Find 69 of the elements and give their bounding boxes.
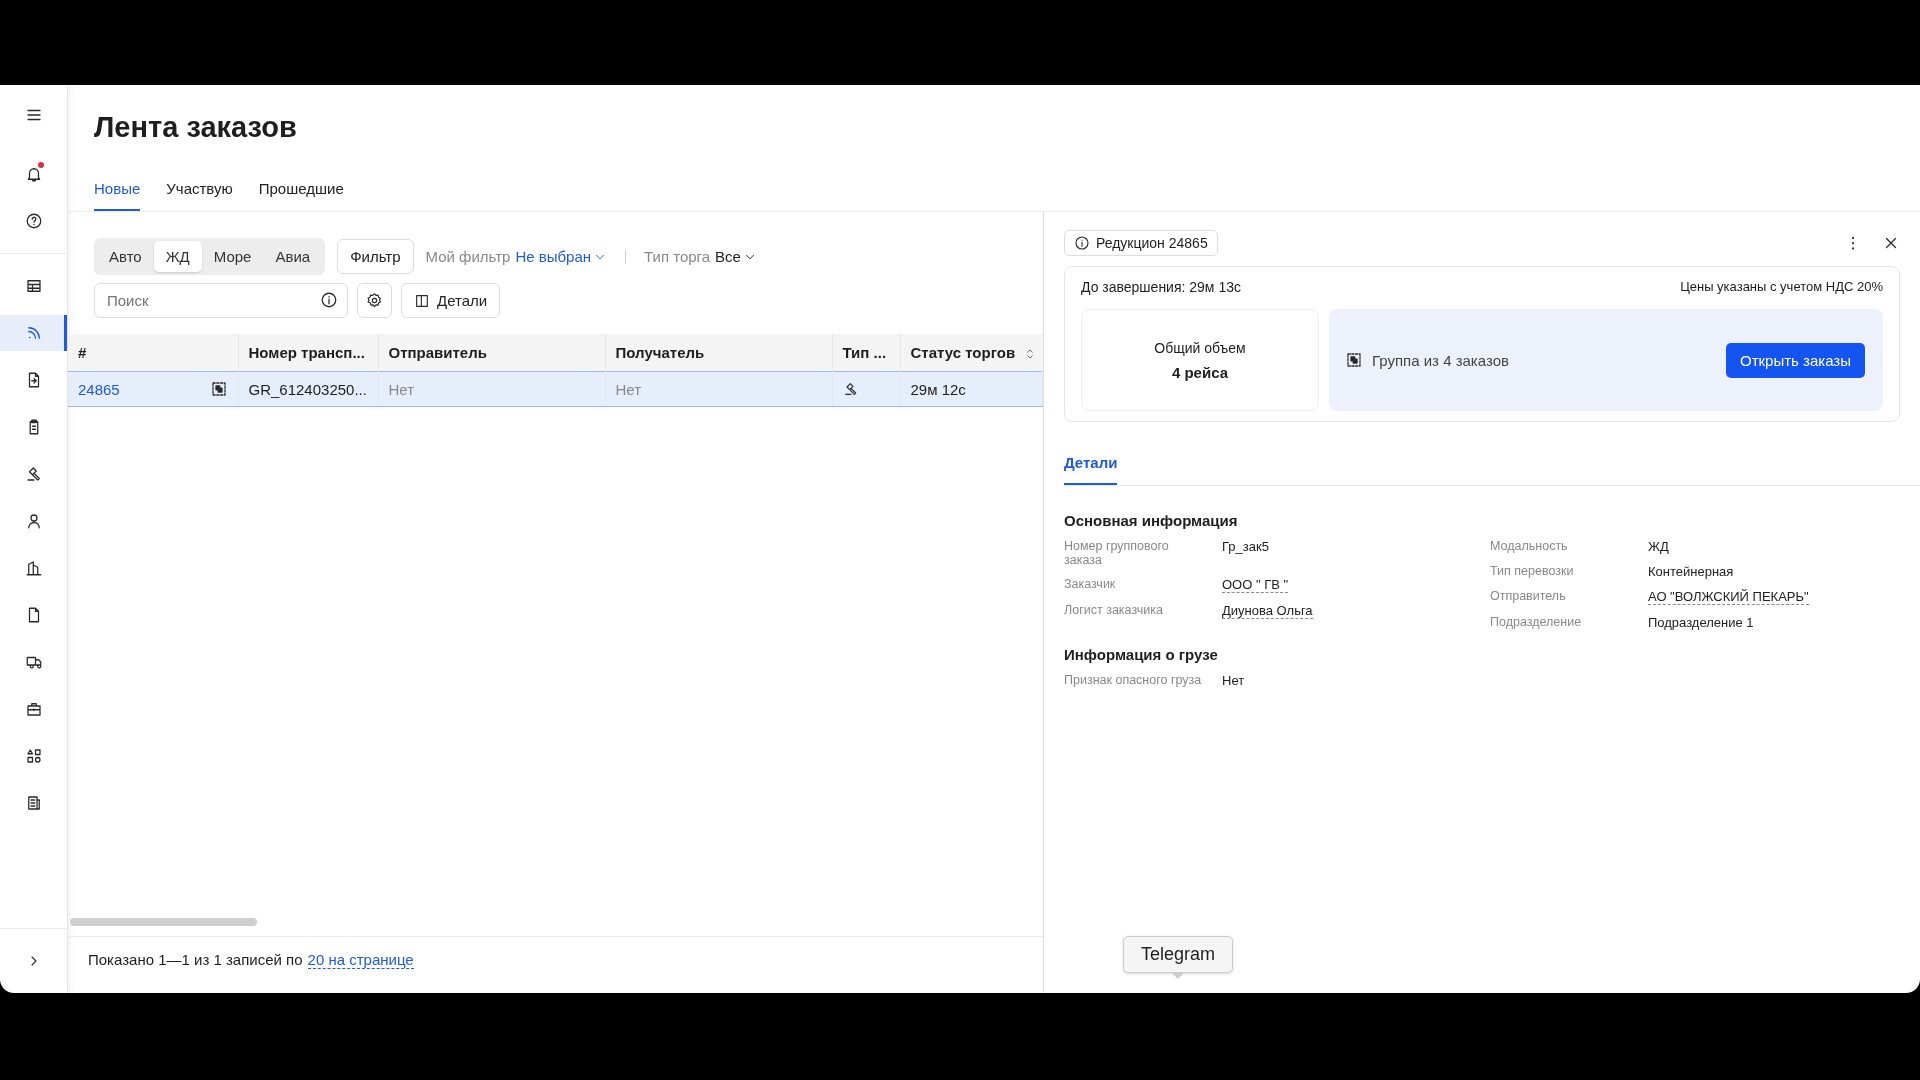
page-title: Лента заказов [94, 111, 298, 144]
field-value: Гр_зак5 [1222, 539, 1269, 554]
column-header[interactable]: Номер трансп... [238, 334, 378, 372]
field-label: Номер группового заказа [1064, 539, 1170, 567]
my-filter-dropdown[interactable]: Не выбран [515, 248, 608, 265]
records-summary: Показано 1—1 из 1 записей по [88, 951, 303, 969]
shapes-icon [24, 747, 43, 765]
gavel-icon [842, 381, 859, 397]
table-cell: 29м 12с [900, 371, 1043, 407]
column-header[interactable]: Статус торгов [900, 334, 1043, 372]
section-title: Информация о грузе [1064, 646, 1219, 663]
table-cell: Нет [605, 371, 832, 407]
transport-mode-option[interactable]: Море [201, 241, 264, 272]
field-value: ЖД [1648, 539, 1669, 554]
column-header[interactable]: Получатель [605, 334, 832, 372]
column-header[interactable]: Тип ... [832, 334, 900, 372]
tab[interactable]: Прошедшие [258, 174, 344, 211]
volume-label: Общий объем [1154, 339, 1246, 356]
field-label: Признак опасного груза [1064, 673, 1203, 688]
tooltip-pointer [1172, 973, 1184, 979]
field-value: Нет [1222, 673, 1245, 688]
tab[interactable]: Детали [1064, 448, 1118, 485]
settings-icon [366, 292, 383, 309]
help-icon [24, 212, 43, 230]
tab[interactable]: Участвую [166, 174, 233, 211]
field-label: Отправитель [1490, 589, 1567, 605]
transport-mode-option[interactable]: Авто [97, 241, 154, 272]
info-icon[interactable] [320, 291, 338, 309]
field-label: Модальность [1490, 539, 1569, 554]
page-size-link[interactable]: 20 на странице [307, 951, 414, 969]
countdown-text: До завершения: 29м 13с [1081, 279, 1241, 295]
scrollbar-thumb[interactable] [70, 918, 257, 926]
section-title: Основная информация [1064, 512, 1239, 529]
field-value: Контейнерная [1648, 564, 1734, 579]
vat-note: Цены указаны с учетом НДС 20% [1680, 279, 1883, 295]
details-button[interactable]: Детали [401, 283, 501, 318]
field-label: Тип перевозки [1490, 564, 1575, 579]
tooltip: Telegram [1123, 936, 1234, 973]
field-link[interactable]: АО "ВОЛЖСКИЙ ПЕКАРЬ" [1648, 589, 1809, 605]
column-header[interactable]: # [68, 334, 238, 372]
group-icon [1345, 351, 1363, 369]
open-orders-button[interactable]: Открыть заказы [1725, 342, 1865, 378]
building-icon [24, 559, 43, 577]
split-panel-icon [414, 292, 430, 309]
column-header[interactable]: Отправитель [378, 334, 605, 372]
table-icon [24, 277, 43, 295]
auction-chip: Редукцион 24865 [1064, 230, 1218, 256]
table-cell: Нет [378, 371, 605, 407]
field-label: Логист заказчика [1064, 603, 1164, 619]
briefcase-icon [24, 700, 43, 718]
field-value: Подразделение 1 [1648, 615, 1754, 630]
search-field[interactable]: Поиск [94, 283, 348, 318]
info-icon [1074, 235, 1090, 251]
field-label: Подразделение [1490, 615, 1583, 630]
my-filter-label: Мой фильтр [425, 248, 511, 265]
trade-type-label: Тип торга [644, 248, 711, 265]
group-label: Группа из 4 заказов [1372, 351, 1509, 369]
transport-mode-option[interactable]: ЖД [153, 241, 202, 272]
settings-button[interactable] [357, 283, 392, 318]
field-link[interactable]: ООО " ГВ " [1222, 577, 1289, 593]
volume-value: 4 рейса [1171, 363, 1229, 381]
trade-type-dropdown[interactable]: Все [715, 248, 757, 265]
tab[interactable]: Новые [94, 174, 141, 211]
field-label: Заказчик [1064, 577, 1117, 593]
table-cell: GR_612403250... [238, 371, 378, 407]
transport-mode-option[interactable]: Авиа [263, 241, 323, 272]
order-link[interactable]: 24865 [78, 380, 120, 398]
field-link[interactable]: Диунова Ольга [1222, 603, 1313, 619]
filter-button[interactable]: Фильтр [337, 239, 414, 274]
